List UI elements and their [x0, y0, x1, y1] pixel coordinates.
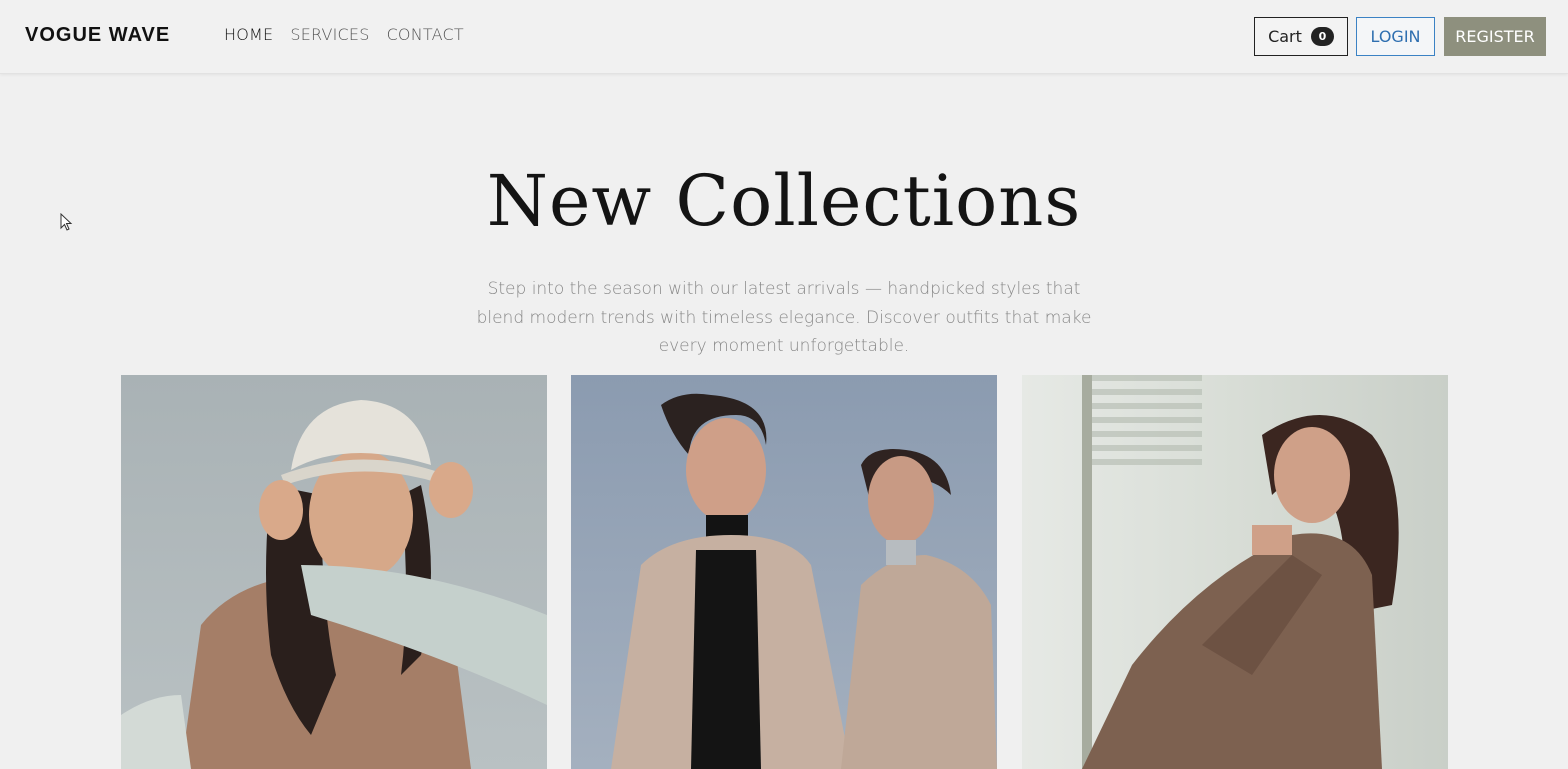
register-button[interactable]: REGISTER: [1444, 17, 1546, 56]
nav-contact[interactable]: CONTACT: [387, 25, 464, 44]
site-header: VOGUE WAVE HOME SERVICES CONTACT Cart 0 …: [0, 0, 1568, 74]
two-models-trench-coats-photo: [571, 375, 997, 769]
hero-subtitle: Step into the season with our latest arr…: [476, 279, 1092, 356]
login-button[interactable]: LOGIN: [1356, 17, 1435, 56]
collection-image-2[interactable]: [571, 375, 997, 769]
model-plaid-blazer-photo: [1022, 375, 1448, 769]
page-title: New Collections: [486, 160, 1082, 242]
nav-home[interactable]: HOME: [224, 25, 273, 44]
brand-logo[interactable]: VOGUE WAVE: [25, 24, 170, 47]
main-nav: HOME SERVICES CONTACT: [224, 25, 464, 44]
cart-count-badge: 0: [1310, 27, 1334, 46]
cart-label: Cart: [1268, 27, 1302, 46]
collection-image-3[interactable]: [1022, 375, 1448, 769]
collection-image-1[interactable]: [121, 375, 547, 769]
nav-services[interactable]: SERVICES: [290, 25, 369, 44]
cart-button[interactable]: Cart 0: [1254, 17, 1348, 56]
model-bucket-hat-photo: [121, 375, 547, 769]
